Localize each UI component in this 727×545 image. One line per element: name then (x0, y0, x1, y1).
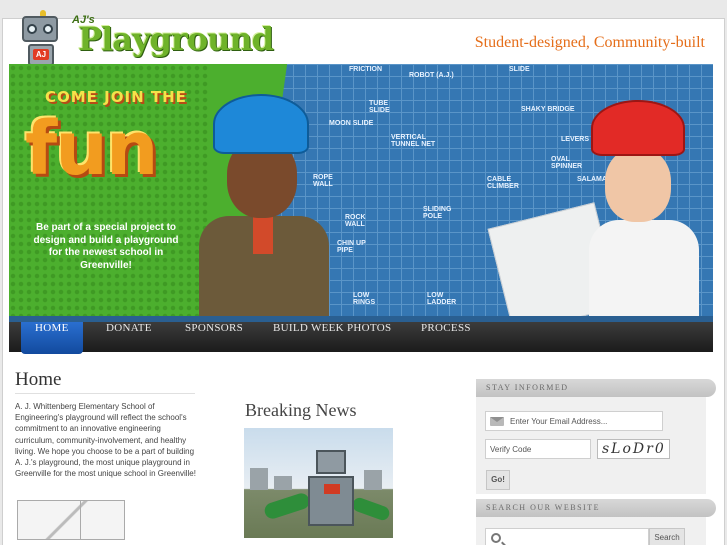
robot-plate: AJ (33, 49, 49, 60)
captcha-image: sLoDr0 (597, 439, 670, 459)
breaking-news-title: Breaking News (245, 400, 357, 420)
verify-placeholder: Verify Code (490, 445, 532, 454)
breaking-news-photo[interactable] (244, 428, 393, 538)
search-button[interactable]: Search (649, 528, 685, 545)
site-tagline: Student-designed, Community-built (474, 34, 705, 51)
nav-donate[interactable]: DONATE (106, 322, 152, 352)
nav-home[interactable]: HOME (21, 322, 83, 354)
nav-build-week-photos[interactable]: BUILD WEEK PHOTOS (273, 322, 391, 352)
home-body-text: A. J. Whittenberg Elementary School of E… (15, 402, 196, 479)
search-icon (491, 533, 501, 543)
hero-banner: FRICTION ROBOT (A.J.) SLIDE TUBE SLIDE S… (9, 64, 713, 322)
search-heading: SEARCH OUR WEBSITE (476, 499, 716, 517)
stay-informed-widget (476, 381, 706, 494)
verify-code-field[interactable]: Verify Code (485, 439, 591, 459)
main-nav: HOME DONATE SPONSORS BUILD WEEK PHOTOS P… (9, 322, 713, 354)
boy-with-blue-hardhat (199, 94, 329, 322)
stay-informed-heading: STAY INFORMED (476, 379, 716, 397)
girl-with-red-hardhat (579, 100, 699, 322)
logo-title: Playground (78, 20, 274, 58)
email-field[interactable]: Enter Your Email Address... (485, 411, 663, 431)
banner-headline: COME JOIN THE (45, 88, 187, 106)
site-logo[interactable]: AJ AJ's Playground (10, 6, 274, 68)
nav-sponsors[interactable]: SPONSORS (185, 322, 243, 352)
nav-process[interactable]: PROCESS (421, 322, 471, 352)
subscribe-go-button[interactable]: Go! (486, 470, 510, 490)
divider (15, 393, 195, 394)
banner-text: Be part of a special project to design a… (33, 222, 179, 271)
email-placeholder: Enter Your Email Address... (510, 417, 608, 426)
search-input[interactable] (485, 528, 649, 545)
page-title: Home (15, 369, 62, 390)
envelope-icon (490, 417, 504, 426)
robot-mascot-icon: AJ (18, 10, 66, 68)
banner-big-word: fun (25, 106, 159, 192)
